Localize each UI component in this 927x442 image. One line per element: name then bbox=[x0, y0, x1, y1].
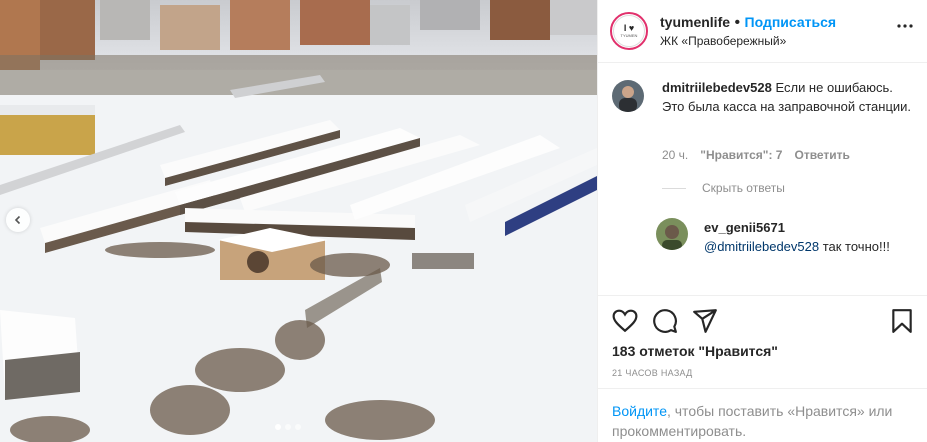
carousel-dot bbox=[285, 424, 291, 430]
account-username[interactable]: tyumenlife bbox=[660, 14, 730, 30]
login-prompt: Войдите, чтобы поставить «Нравится» или … bbox=[598, 388, 927, 442]
logo-mark: I ♥ bbox=[623, 23, 635, 33]
follow-button[interactable]: Подписаться bbox=[745, 14, 837, 30]
post-photo[interactable] bbox=[0, 0, 597, 442]
post-location[interactable]: ЖК «Правобережный» bbox=[660, 34, 836, 48]
carousel-prev-button[interactable] bbox=[6, 208, 30, 232]
avatar-image bbox=[612, 80, 644, 112]
post-side-panel: I ♥ TYUMEN tyumenlife • Подписаться ЖК «… bbox=[597, 0, 927, 442]
account-avatar[interactable]: I ♥ TYUMEN bbox=[610, 12, 648, 50]
comment-meta: 20 ч. "Нравится": 7 Ответить bbox=[662, 148, 850, 162]
login-link[interactable]: Войдите bbox=[612, 403, 667, 419]
hide-replies-label: Скрыть ответы bbox=[702, 181, 785, 195]
comment-icon[interactable] bbox=[652, 308, 678, 334]
bookmark-icon[interactable] bbox=[889, 308, 915, 334]
logo-text: TYUMEN bbox=[620, 33, 638, 38]
post-container: I ♥ TYUMEN tyumenlife • Подписаться ЖК «… bbox=[0, 0, 927, 442]
comment-time[interactable]: 20 ч. bbox=[662, 148, 688, 162]
comments-list: dmitriilebedev528 Если не ошибаюсь. Это … bbox=[598, 64, 927, 294]
reply-mention[interactable]: @dmitriilebedev528 bbox=[704, 239, 819, 254]
carousel-dot bbox=[275, 424, 281, 430]
carousel-dot bbox=[295, 424, 301, 430]
chevron-left-icon bbox=[14, 215, 21, 225]
comment-text: dmitriilebedev528 Если не ошибаюсь. Это … bbox=[662, 78, 917, 116]
comment-likes[interactable]: "Нравится": 7 bbox=[700, 148, 782, 162]
reply-body: так точно!!! bbox=[819, 239, 890, 254]
header-text: tyumenlife • Подписаться ЖК «Правобережн… bbox=[660, 14, 836, 48]
post-timestamp[interactable]: 21 ЧАСОВ НАЗАД bbox=[612, 368, 693, 378]
more-options-icon[interactable] bbox=[897, 24, 913, 28]
header-separator: • bbox=[734, 14, 741, 31]
share-icon[interactable] bbox=[692, 308, 718, 334]
commenter-avatar[interactable] bbox=[612, 80, 644, 112]
reply-item: ev_genii5671 @dmitriilebedev528 так точн… bbox=[656, 218, 917, 294]
post-actions bbox=[598, 295, 927, 340]
likes-count[interactable]: 183 отметок "Нравится" bbox=[612, 343, 778, 359]
comment-username[interactable]: dmitriilebedev528 bbox=[662, 80, 772, 95]
hide-replies-button[interactable]: Скрыть ответы bbox=[662, 181, 785, 195]
reply-avatar[interactable] bbox=[656, 218, 688, 250]
reply-text: ev_genii5671 @dmitriilebedev528 так точн… bbox=[704, 218, 917, 256]
replies-divider bbox=[662, 187, 686, 189]
reply-button[interactable]: Ответить bbox=[794, 148, 849, 162]
account-logo: I ♥ TYUMEN bbox=[613, 15, 645, 47]
heart-icon[interactable] bbox=[612, 308, 638, 334]
comment-item: dmitriilebedev528 Если не ошибаюсь. Это … bbox=[612, 78, 917, 208]
avatar-image bbox=[656, 218, 688, 250]
post-header: I ♥ TYUMEN tyumenlife • Подписаться ЖК «… bbox=[598, 0, 927, 63]
reply-username[interactable]: ev_genii5671 bbox=[704, 220, 785, 235]
photo-snowy-garages bbox=[0, 0, 597, 442]
carousel-indicator bbox=[275, 424, 301, 430]
